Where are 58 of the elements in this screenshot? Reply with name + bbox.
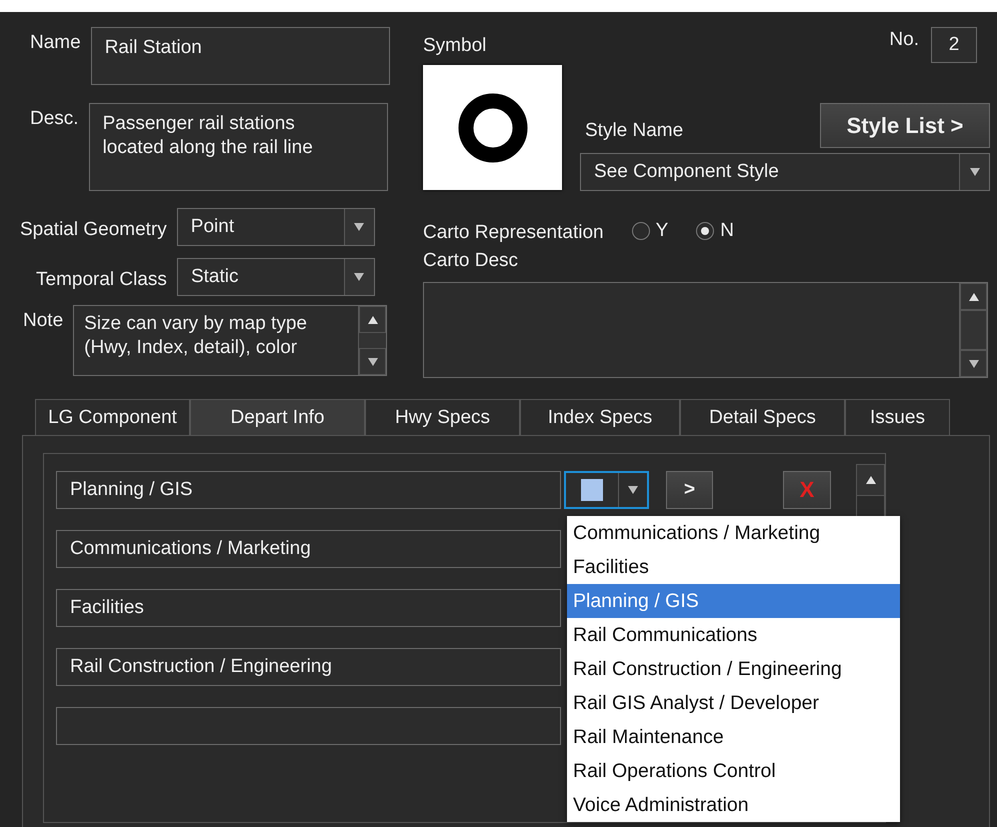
tab[interactable]: Hwy Specs [365, 399, 520, 435]
scroll-up-icon [968, 292, 980, 302]
number-field[interactable]: 2 [931, 27, 977, 63]
department-field[interactable]: Planning / GIS [56, 471, 561, 509]
department-field[interactable] [56, 707, 561, 745]
field-label: Carto Desc [423, 250, 520, 272]
note-field[interactable]: Size can vary by map type (Hwy, Index, detail), color [73, 305, 388, 376]
scroll-up-icon [366, 314, 379, 324]
menu-item[interactable]: Communications / Marketing [567, 516, 900, 550]
dropdown-arrow-icon [968, 167, 980, 177]
dropdown-arrow-icon [353, 222, 366, 232]
menu-item[interactable]: Rail Communications [567, 618, 900, 652]
department-field[interactable]: Rail Construction / Engineering [56, 648, 561, 686]
next-button[interactable]: > [666, 471, 713, 509]
geometry-select[interactable]: Point [176, 208, 375, 246]
menu-item[interactable]: Rail GIS Analyst / Developer [567, 686, 900, 720]
select-value: Static [190, 266, 238, 288]
menu-item[interactable]: Facilities [567, 550, 900, 584]
tab[interactable]: Index Specs [520, 399, 680, 435]
scroll-down-icon [366, 356, 379, 366]
scroll-down-icon [968, 358, 980, 368]
field-label: Carto Representation [423, 221, 604, 244]
dropdown-arrow-icon [627, 485, 639, 495]
description-field[interactable]: Passenger rail stations located along the rail line [88, 103, 388, 191]
carto-desc-field[interactable] [423, 282, 988, 378]
menu-item[interactable]: Planning / GIS [567, 584, 900, 618]
field-label: Temporal Class [36, 268, 167, 290]
department-field[interactable]: Facilities [56, 589, 561, 627]
field-label: Style Name [584, 120, 684, 143]
menu-item[interactable]: Rail Maintenance [567, 720, 900, 754]
tab[interactable]: Detail Specs [680, 399, 845, 435]
select-value: Point [190, 216, 234, 238]
menu-item[interactable]: Voice Administration [567, 788, 900, 822]
field-label: Symbol [423, 34, 486, 58]
department-field[interactable]: Communications / Marketing [56, 530, 561, 568]
radio-button[interactable] [632, 222, 650, 240]
style-list-button[interactable]: Style List > [820, 103, 990, 148]
name-field[interactable]: Rail Station [90, 27, 390, 85]
dropdown-arrow-icon [353, 272, 366, 282]
menu-item[interactable]: Rail Operations Control [567, 754, 900, 788]
field-label: Spatial Geometry [20, 218, 167, 240]
style-name-select[interactable]: See Component Style [580, 153, 990, 191]
radio-label: N [720, 220, 734, 242]
field-label: Name [30, 31, 81, 54]
field-label: Note [23, 309, 64, 332]
menu-item[interactable]: Rail Construction / Engineering [567, 652, 900, 686]
tab[interactable]: LG Component [35, 399, 190, 435]
scroll-up-icon [864, 475, 876, 485]
temporal-class-select[interactable]: Static [176, 258, 375, 296]
field-label: No. [889, 28, 919, 51]
field-label: Desc. [30, 107, 79, 130]
tab[interactable]: Depart Info [190, 399, 365, 435]
select-value: See Component Style [594, 161, 779, 183]
radio-label: Y [656, 220, 668, 242]
tab[interactable]: Issues [845, 399, 950, 435]
ring-icon [456, 90, 530, 164]
department-combo-box[interactable] [564, 471, 649, 509]
radio-button[interactable] [696, 222, 714, 240]
